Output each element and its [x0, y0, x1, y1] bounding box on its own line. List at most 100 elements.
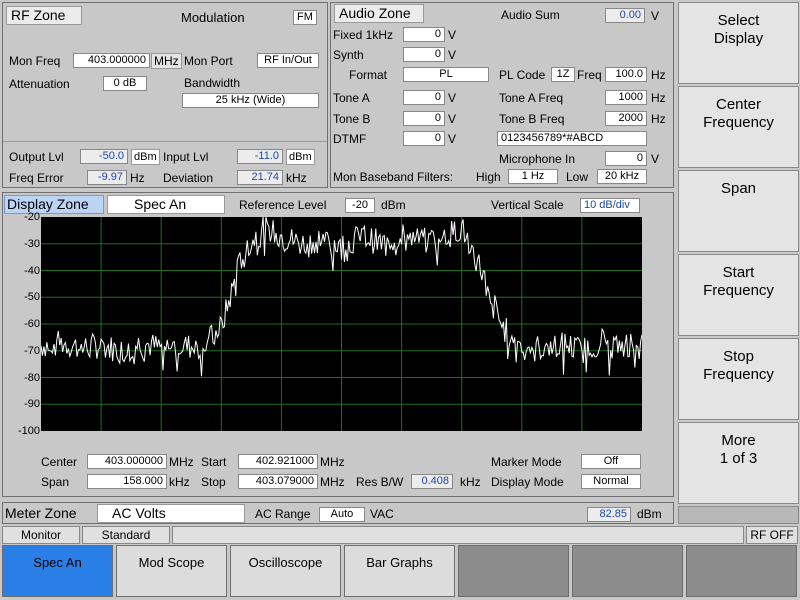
tone-a-freq-field[interactable]: 1000	[605, 90, 647, 105]
pl-code-label: PL Code	[499, 68, 546, 82]
audio-sum-label: Audio Sum	[501, 8, 560, 22]
y-tick-label: -90	[24, 398, 40, 411]
status-message-area	[172, 526, 744, 544]
stop-field[interactable]: 403.079000	[238, 474, 318, 489]
tab-oscilloscope[interactable]: Oscilloscope	[230, 545, 341, 597]
res-bw-value: 0.408	[411, 474, 453, 489]
center-field[interactable]: 403.000000	[87, 454, 167, 469]
freq-error-unit: Hz	[130, 171, 145, 185]
fixed-1khz-label: Fixed 1kHz	[333, 28, 394, 42]
y-tick-label: -100	[17, 425, 40, 437]
bandwidth-field[interactable]: 25 kHz (Wide)	[182, 93, 319, 108]
input-lvl-label: Input Lvl	[163, 150, 209, 164]
microphone-in-label: Microphone In	[499, 152, 576, 166]
freq-error-label: Freq Error	[9, 171, 64, 185]
tone-b-freq-field[interactable]: 2000	[605, 111, 647, 126]
rf-off-indicator: RF OFF	[746, 526, 798, 544]
synth-field[interactable]: 0	[403, 47, 445, 62]
spectrum-chart	[41, 217, 642, 431]
marker-mode-label: Marker Mode	[491, 455, 562, 469]
microphone-in-field[interactable]: 0	[605, 151, 647, 166]
dtmf-field[interactable]: 0	[403, 131, 445, 146]
audio-zone-title: Audio Zone	[334, 4, 424, 23]
synth-unit: V	[448, 48, 457, 62]
display-mode-field[interactable]: Spec An	[107, 195, 225, 214]
meter-reading-value: 82.85	[587, 507, 631, 522]
standard-indicator: Standard	[82, 526, 170, 544]
modulation-field[interactable]: FM	[293, 10, 317, 25]
meter-zone-title: Meter Zone	[5, 505, 77, 521]
res-bw-unit: kHz	[460, 475, 481, 489]
attenuation-field[interactable]: 0 dB	[103, 76, 147, 91]
tone-b-freq-label: Tone B Freq	[499, 112, 565, 126]
span-unit: kHz	[169, 475, 190, 489]
start-field[interactable]: 402.921000	[238, 454, 318, 469]
span-label: Span	[41, 475, 70, 489]
tone-a-freq-unit: Hz	[651, 91, 666, 105]
stop-label: Stop	[201, 475, 226, 489]
span-softkey[interactable]: Span	[678, 170, 799, 252]
synth-label: Synth	[333, 48, 364, 62]
tone-b-field[interactable]: 0	[403, 111, 445, 126]
center-label: Center	[41, 455, 78, 469]
dtmf-string-field[interactable]: 0123456789*#ABCD	[497, 131, 647, 146]
tone-b-freq-unit: Hz	[651, 112, 666, 126]
tab-spec-an[interactable]: Spec An	[2, 545, 113, 597]
mon-freq-field[interactable]: 403.000000	[73, 53, 150, 68]
pl-code-field[interactable]: 1Z	[551, 67, 575, 82]
meter-reading-unit: dBm	[637, 507, 662, 521]
center-frequency-softkey[interactable]: Center Frequency	[678, 86, 799, 168]
input-lvl-value: -11.0	[237, 149, 283, 164]
ac-range-field[interactable]: Auto	[319, 507, 365, 522]
pl-freq-unit: Hz	[651, 68, 666, 82]
center-unit: MHz	[169, 455, 194, 469]
fixed-1khz-field[interactable]: 0	[403, 27, 445, 42]
freq-error-value: -9.97	[87, 170, 127, 185]
output-lvl-unit: dBm	[131, 149, 160, 165]
reference-level-field[interactable]: -20	[345, 198, 375, 213]
tone-a-unit: V	[448, 91, 457, 105]
reference-level-unit: dBm	[381, 198, 406, 212]
marker-mode-field[interactable]: Off	[581, 454, 641, 469]
rf-zone-title: RF Zone	[6, 6, 82, 25]
softkey-line1: More	[721, 432, 756, 449]
meter-mode-field[interactable]: AC Volts	[97, 504, 245, 523]
meter-zone-panel: Meter Zone AC Volts AC Range Auto VAC 82…	[2, 502, 674, 524]
mon-port-field[interactable]: RF In/Out	[257, 53, 319, 68]
select-display-softkey[interactable]: Select Display	[678, 2, 799, 84]
tone-a-field[interactable]: 0	[403, 90, 445, 105]
reference-level-label: Reference Level	[239, 198, 327, 212]
softkey-line1: Center	[715, 96, 762, 113]
pl-freq-field[interactable]: 100.0	[605, 67, 647, 82]
y-tick-label: -40	[24, 264, 40, 277]
display-mode-select[interactable]: Normal	[581, 474, 641, 489]
tab-bar-graphs[interactable]: Bar Graphs	[344, 545, 455, 597]
deviation-value: 21.74	[237, 170, 283, 185]
softkey-line2: Frequency	[703, 366, 774, 383]
input-lvl-unit: dBm	[286, 149, 315, 165]
stop-frequency-softkey[interactable]: Stop Frequency	[678, 338, 799, 420]
y-tick-label: -80	[24, 371, 40, 384]
start-frequency-softkey[interactable]: Start Frequency	[678, 254, 799, 336]
softkey-line1: Start	[722, 264, 755, 281]
softkey-line2: Frequency	[703, 282, 774, 299]
vertical-scale-field[interactable]: 10 dB/div	[580, 198, 640, 213]
rf-divider	[3, 141, 327, 142]
span-field[interactable]: 158.000	[87, 474, 167, 489]
attenuation-label: Attenuation	[9, 77, 70, 91]
tab-mod-scope[interactable]: Mod Scope	[116, 545, 227, 597]
tab-empty-6	[572, 545, 683, 597]
format-field[interactable]: PL	[403, 67, 489, 82]
tone-b-label: Tone B	[333, 112, 371, 126]
deviation-label: Deviation	[163, 171, 214, 185]
start-unit: MHz	[320, 455, 345, 469]
start-label: Start	[201, 455, 227, 469]
low-filter-field[interactable]: 20 kHz	[597, 169, 647, 184]
more-softkey[interactable]: More 1 of 3	[678, 422, 799, 504]
bandwidth-label: Bandwidth	[184, 76, 241, 90]
mon-freq-label: Mon Freq	[9, 54, 61, 68]
high-filter-field[interactable]: 1 Hz	[508, 169, 558, 184]
modulation-label: Modulation	[181, 10, 245, 25]
status-bar: Monitor Standard RF OFF	[0, 525, 800, 545]
ac-range-label: AC Range	[255, 507, 311, 521]
